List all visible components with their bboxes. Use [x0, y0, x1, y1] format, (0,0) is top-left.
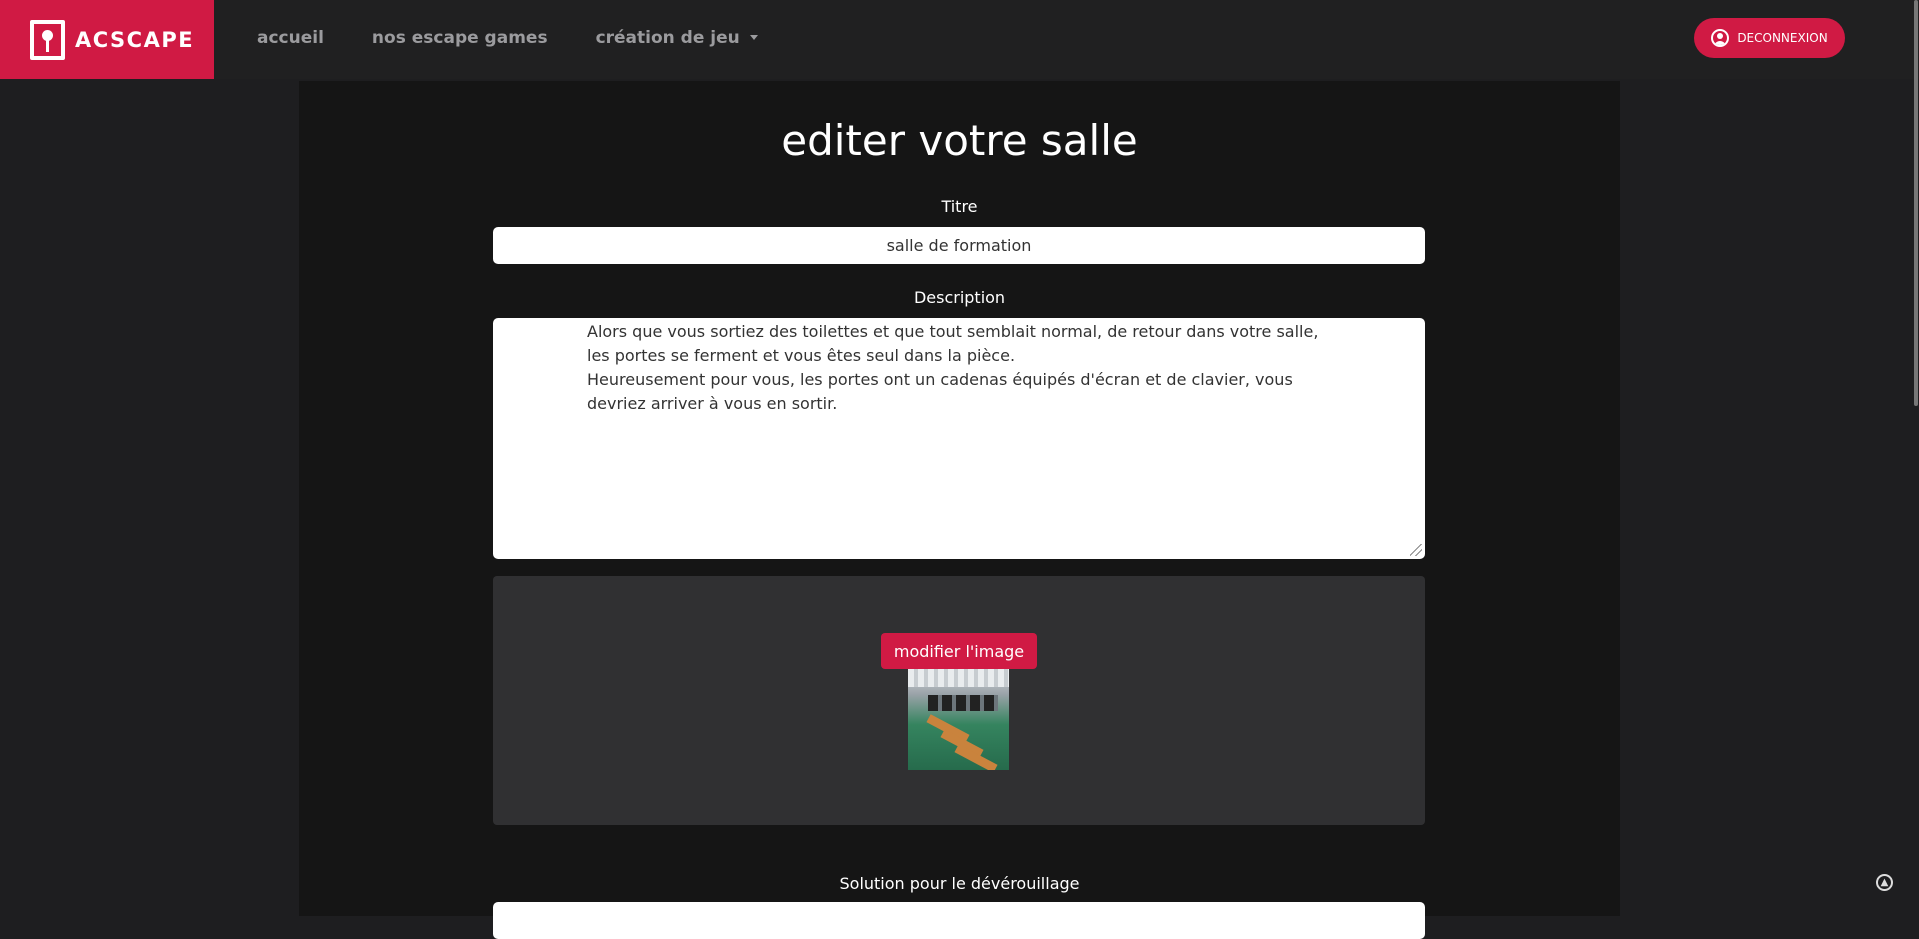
dropdown-caret-icon	[749, 35, 758, 40]
logout-label: DECONNEXION	[1737, 31, 1828, 45]
brand-logo[interactable]: ACSCAPE	[0, 0, 214, 79]
solution-label: Solution pour le dévérouillage	[839, 874, 1080, 893]
user-circle-icon	[1711, 29, 1730, 47]
scrollbar[interactable]	[1914, 0, 1918, 406]
nav-dropdown-creation-de-jeu[interactable]: création de jeu	[596, 28, 758, 48]
image-upload-panel: modifier l'image	[493, 576, 1425, 825]
room-image-thumbnail	[908, 669, 1009, 770]
description-textarea[interactable]: Alors que vous sortiez des toilettes et …	[493, 318, 1425, 559]
nav-dropdown-label: création de jeu	[595, 27, 740, 48]
solution-input[interactable]	[493, 902, 1425, 939]
title-label: Titre	[941, 197, 978, 216]
nav-link-accueil[interactable]: accueil	[257, 28, 324, 48]
edit-room-container: editer votre salle Titre Description Alo…	[299, 81, 1620, 939]
modify-image-button[interactable]: modifier l'image	[881, 633, 1037, 669]
keyhole-logo-icon	[30, 19, 65, 60]
nav-link-escape-games[interactable]: nos escape games	[372, 28, 548, 48]
description-text: Alors que vous sortiez des toilettes et …	[587, 322, 1319, 413]
logout-button[interactable]: DECONNEXION	[1694, 18, 1845, 58]
page-title: editer votre salle	[781, 116, 1138, 165]
resize-handle[interactable]	[1410, 544, 1422, 556]
nav-links: accueil nos escape games création de jeu	[257, 0, 806, 75]
scroll-top-icon[interactable]: ▲	[1876, 874, 1893, 891]
description-label: Description	[913, 288, 1006, 307]
navbar: ACSCAPE accueil nos escape games créatio…	[0, 0, 1919, 79]
title-input[interactable]	[493, 227, 1425, 264]
brand-name: ACSCAPE	[75, 27, 195, 52]
